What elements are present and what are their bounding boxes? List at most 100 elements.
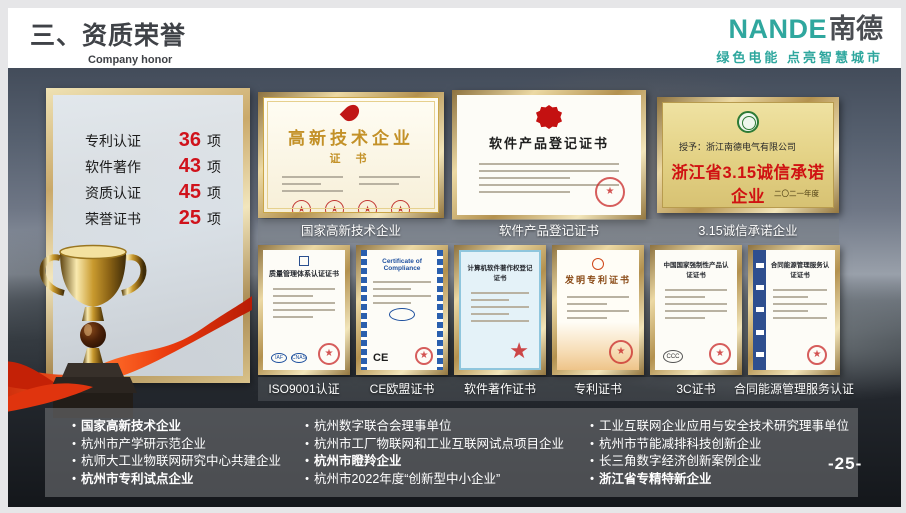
certificate-energy-management: 合同能源管理服务认证证书 bbox=[748, 245, 840, 375]
stamp-icon: ★ bbox=[391, 200, 410, 213]
red-stamps: ★ ★ ★ ★ bbox=[264, 200, 438, 213]
honor-text: 杭州数字联合会理事单位 bbox=[314, 418, 452, 436]
stat-row-honor: 荣誉证书 25 项 bbox=[53, 207, 243, 233]
certificate-caption: CE欧盟证书 bbox=[356, 377, 448, 401]
certificate-hightech: 高新技术企业 证 书 ★ ★ ★ ★ bbox=[258, 92, 444, 218]
honor-item: •杭州数字联合会理事单位 bbox=[300, 418, 585, 436]
honors-list-band: •国家高新技术企业 •杭州市产学研示范企业 •杭师大工业物联网研究中心共建企业 … bbox=[45, 408, 858, 497]
stat-label: 软件著作 bbox=[85, 157, 167, 177]
logo-text-cn: 南德 bbox=[829, 14, 883, 44]
stamp-icon bbox=[709, 343, 731, 365]
stat-label: 资质认证 bbox=[85, 183, 167, 203]
certificate-315-integrity: 授予：浙江南德电气有限公司 浙江省3.15诚信承诺企业 科技金融时报 浙江省科技… bbox=[657, 97, 839, 213]
honor-text: 长三角数字经济创新案例企业 bbox=[599, 453, 762, 471]
certificate-patent: 发明专利证书 bbox=[552, 245, 644, 375]
certificate-text-lines bbox=[264, 166, 438, 192]
ce-side-band bbox=[437, 250, 443, 370]
certificate-ce: Certificate of Compliance CE bbox=[356, 245, 448, 375]
honor-item: •杭州市瞪羚企业 bbox=[300, 453, 585, 471]
certificate-caption: 合同能源管理服务认证 bbox=[724, 377, 864, 401]
certificate-inner-title: 软件产品登记证书 bbox=[457, 133, 641, 152]
bullet-icon: • bbox=[585, 453, 599, 471]
honor-item: •杭州市产学研示范企业 bbox=[67, 436, 300, 454]
honor-text: 浙江省专精特新企业 bbox=[599, 471, 712, 489]
ce-side-band bbox=[361, 250, 367, 370]
stamp-icon: ★ bbox=[292, 200, 311, 213]
certificate-copyright-paper: 计算机软件著作权登记证书 ★ bbox=[459, 250, 541, 370]
honor-item: •长三角数字经济创新案例企业 bbox=[585, 453, 855, 471]
star-stamp-icon: ★ bbox=[509, 338, 529, 364]
stat-unit: 项 bbox=[207, 131, 221, 151]
certificate-315-paper: 授予：浙江南德电气有限公司 浙江省3.15诚信承诺企业 科技金融时报 浙江省科技… bbox=[662, 102, 834, 208]
stat-value: 45 bbox=[167, 181, 201, 204]
stamp-icon bbox=[318, 343, 340, 365]
honor-item: •杭州市2022年度“创新型中小企业” bbox=[300, 471, 585, 489]
stat-row-software: 软件著作 43 项 bbox=[53, 155, 243, 181]
green-badge-icon bbox=[737, 111, 759, 133]
tuv-oval-icon bbox=[389, 308, 415, 321]
certificate-iso9001: 质量管理体系认证证书 IAF CNAS bbox=[258, 245, 350, 375]
stat-unit: 项 bbox=[207, 183, 221, 203]
cnas-icon: CNAS bbox=[291, 353, 307, 363]
certificate-caption: 软件产品登记证书 bbox=[452, 219, 646, 243]
certificate-software-product: 软件产品登记证书 bbox=[452, 90, 646, 220]
bullet-icon: • bbox=[300, 453, 314, 471]
certificate-award-to: 授予：浙江南德电气有限公司 bbox=[663, 133, 833, 153]
ccc-mark-icon: CCC bbox=[663, 350, 683, 363]
certificate-caption: 3.15诚信承诺企业 bbox=[657, 219, 839, 243]
stat-value: 36 bbox=[167, 129, 201, 152]
company-logo: NANDE南德 绿色电能 点亮智慧城市 bbox=[716, 14, 883, 66]
honor-text: 杭州市产学研示范企业 bbox=[81, 436, 206, 454]
gbc-side-band bbox=[753, 250, 766, 370]
stamp-icon: ★ bbox=[358, 200, 377, 213]
logo-wordmark: NANDE南德 bbox=[716, 14, 883, 44]
honor-item: •杭州市节能减排科技创新企业 bbox=[585, 436, 855, 454]
honors-column-2: •杭州数字联合会理事单位 •杭州市工厂物联网和工业互联网试点项目企业 •杭州市瞪… bbox=[300, 418, 585, 497]
honor-text: 杭州市瞪羚企业 bbox=[314, 453, 402, 471]
certificate-inner-subtitle: 证 书 bbox=[264, 150, 438, 166]
certificate-inner-title: 发明专利证书 bbox=[557, 273, 639, 286]
logo-text-en: NANDE bbox=[728, 14, 827, 44]
certificate-inner-title: 高新技术企业 bbox=[264, 124, 438, 149]
honor-item: •国家高新技术企业 bbox=[67, 418, 300, 436]
honors-column-3: •工业互联网企业应用与安全技术研究理事单位 •杭州市节能减排科技创新企业 •长三… bbox=[585, 418, 855, 497]
bullet-icon: • bbox=[67, 418, 81, 436]
stat-label: 专利认证 bbox=[85, 131, 167, 151]
certificate-inner-title: 中国国家强制性产品认证证书 bbox=[655, 250, 737, 279]
certificate-energy-paper: 合同能源管理服务认证证书 bbox=[753, 250, 835, 370]
honor-text: 杭师大工业物联网研究中心共建企业 bbox=[81, 453, 281, 471]
certificate-patent-paper: 发明专利证书 bbox=[557, 250, 639, 370]
honor-text: 工业互联网企业应用与安全技术研究理事单位 bbox=[599, 418, 849, 436]
honor-item: •杭州市专利试点企业 bbox=[67, 471, 300, 489]
bullet-icon: • bbox=[67, 453, 81, 471]
bullet-icon: • bbox=[300, 471, 314, 489]
honor-item: •杭师大工业物联网研究中心共建企业 bbox=[67, 453, 300, 471]
stamp-icon bbox=[595, 177, 625, 207]
iaf-cnas-logos: IAF CNAS bbox=[271, 353, 307, 363]
patent-logo-icon bbox=[592, 258, 604, 270]
stamp-icon bbox=[807, 345, 827, 365]
certificate-inner-title: 质量管理体系认证证书 bbox=[263, 269, 345, 279]
honor-text: 杭州市工厂物联网和工业互联网试点项目企业 bbox=[314, 436, 564, 454]
title-block: 三、资质荣誉 Company honor bbox=[30, 16, 186, 66]
slide-header: 三、资质荣誉 Company honor NANDE南德 绿色电能 点亮智慧城市 bbox=[8, 8, 901, 68]
certificate-caption: ISO9001认证 bbox=[258, 377, 350, 401]
stat-unit: 项 bbox=[207, 209, 221, 229]
page-title: 三、资质荣誉 bbox=[30, 16, 186, 52]
bullet-icon: • bbox=[67, 436, 81, 454]
honor-text: 杭州市2022年度“创新型中小企业” bbox=[314, 471, 500, 489]
certificate-ce-paper: Certificate of Compliance CE bbox=[361, 250, 443, 370]
stamp-icon bbox=[609, 340, 633, 364]
certificate-inner-title: 浙江省3.15诚信承诺企业 bbox=[663, 159, 833, 207]
bullet-icon: • bbox=[585, 436, 599, 454]
stat-value: 43 bbox=[167, 155, 201, 178]
certificate-caption: 软件著作证书 bbox=[454, 377, 546, 401]
honor-text: 杭州市节能减排科技创新企业 bbox=[599, 436, 762, 454]
cnas-mark-icon bbox=[299, 256, 309, 266]
bullet-icon: • bbox=[585, 418, 599, 436]
certificate-caption: 专利证书 bbox=[552, 377, 644, 401]
page-number: -25- bbox=[828, 454, 862, 474]
ce-mark: CE bbox=[373, 352, 388, 364]
certificate-software-copyright: 计算机软件著作权登记证书 ★ bbox=[454, 245, 546, 375]
bullet-icon: • bbox=[67, 471, 81, 489]
